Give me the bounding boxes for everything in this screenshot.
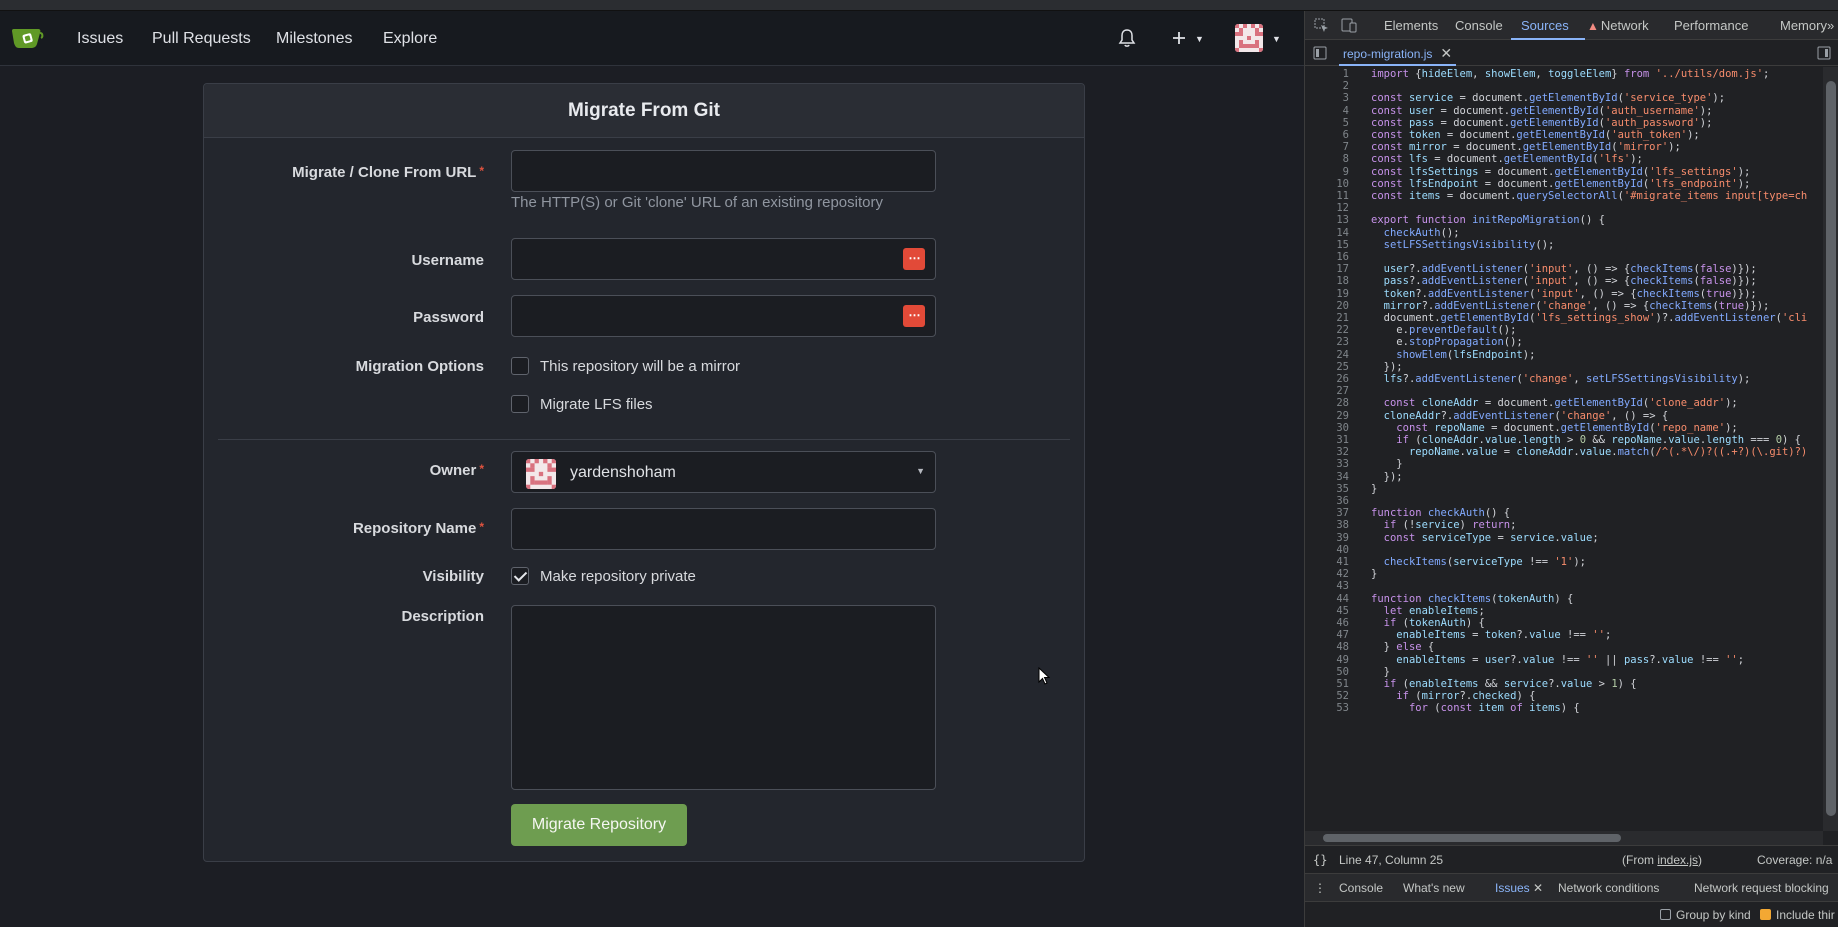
- browser-top-strip: [0, 0, 1838, 11]
- include-third-checkbox[interactable]: [1760, 909, 1771, 920]
- toggle-debugger-icon[interactable]: [1817, 46, 1831, 60]
- migrate-form-panel: Migrate From Git Migrate / Clone From UR…: [203, 83, 1085, 862]
- source-file-tabs: repo-migration.js ✕: [1305, 40, 1838, 66]
- description-textarea[interactable]: [511, 605, 936, 790]
- repo-name-input[interactable]: [511, 508, 936, 550]
- clone-url-label: Migrate / Clone From URL *: [292, 164, 484, 181]
- code-editor[interactable]: 1 import {hideElem, showElem, toggleElem}…: [1305, 67, 1823, 831]
- more-tabs-icon[interactable]: »: [1827, 18, 1834, 33]
- lfs-checkbox[interactable]: [511, 395, 529, 413]
- warning-icon: ▲: [1587, 19, 1599, 33]
- gitea-logo-icon[interactable]: [10, 25, 44, 51]
- user-avatar[interactable]: [1235, 24, 1263, 52]
- chevron-down-icon[interactable]: ▼: [1195, 34, 1204, 44]
- chevron-down-icon[interactable]: ▼: [1272, 34, 1281, 44]
- mirror-checkbox[interactable]: [511, 357, 529, 375]
- required-mark: *: [479, 520, 484, 534]
- include-third-option[interactable]: Include thir: [1760, 908, 1835, 922]
- coverage-status: Coverage: n/a: [1757, 853, 1833, 867]
- visibility-label: Visibility: [422, 568, 484, 585]
- inspect-element-icon[interactable]: [1314, 18, 1329, 33]
- gitea-app: Issues Pull Requests Milestones Explore …: [0, 11, 1304, 927]
- owner-selected-value: yardenshoham: [570, 464, 676, 481]
- username-input[interactable]: ⋯: [511, 238, 936, 280]
- migrate-repository-button[interactable]: Migrate Repository: [511, 804, 687, 846]
- group-by-kind-checkbox[interactable]: [1660, 909, 1671, 920]
- migration-options-label: Migration Options: [355, 358, 484, 375]
- issues-options: Group by kind Include thir: [1305, 901, 1838, 927]
- source-origin: (From index.js): [1622, 853, 1703, 867]
- password-manager-icon[interactable]: ⋯: [903, 248, 925, 270]
- devtools-panel: Elements Console Sources ▲ Network Perfor…: [1304, 11, 1838, 927]
- devtools-tab-memory[interactable]: Memory: [1780, 18, 1827, 33]
- drawer-menu-icon[interactable]: ⋮: [1314, 881, 1326, 895]
- code-horizontal-scrollbar[interactable]: [1305, 831, 1823, 845]
- drawer-tab-issues[interactable]: Issues: [1495, 881, 1530, 895]
- repo-name-label: Repository Name *: [352, 520, 484, 537]
- bell-icon[interactable]: [1118, 28, 1136, 48]
- devtools-tab-console[interactable]: Console: [1455, 18, 1503, 33]
- code-line[interactable]: 53 for (const item of items) {: [1305, 701, 1823, 715]
- description-label: Description: [401, 608, 484, 625]
- lfs-checkbox-label[interactable]: Migrate LFS files: [540, 396, 653, 413]
- password-label: Password: [413, 309, 484, 326]
- drawer-tab-network-request-blocking[interactable]: Network request blocking: [1694, 881, 1829, 895]
- device-toolbar-icon[interactable]: [1341, 18, 1357, 33]
- close-icon[interactable]: ✕: [1440, 45, 1452, 61]
- toggle-navigator-icon[interactable]: [1313, 46, 1327, 60]
- devtools-tab-elements[interactable]: Elements: [1384, 18, 1438, 33]
- plus-icon[interactable]: [1171, 30, 1187, 46]
- code-vertical-scrollbar[interactable]: [1823, 67, 1838, 831]
- pretty-print-icon[interactable]: {}: [1313, 853, 1327, 867]
- devtools-tab-sources[interactable]: Sources: [1521, 18, 1569, 33]
- line-number[interactable]: 53: [1305, 701, 1349, 715]
- top-navbar: Issues Pull Requests Milestones Explore …: [0, 11, 1304, 66]
- devtools-tab-performance[interactable]: Performance: [1674, 18, 1748, 33]
- source-origin-link[interactable]: index.js: [1657, 853, 1698, 867]
- owner-label: Owner *: [429, 462, 484, 479]
- chevron-down-icon: ▼: [916, 466, 925, 476]
- clone-url-input[interactable]: [511, 150, 936, 192]
- sources-status-bar: {} Line 47, Column 25 (From index.js) Co…: [1305, 845, 1838, 873]
- devtools-tab-network[interactable]: ▲ Network: [1587, 18, 1649, 33]
- nav-pull-requests[interactable]: Pull Requests: [152, 30, 251, 48]
- devtools-main-tabs: Elements Console Sources ▲ Network Perfor…: [1305, 11, 1838, 40]
- password-input[interactable]: ⋯: [511, 295, 936, 337]
- file-tab-repo-migration[interactable]: repo-migration.js ✕: [1339, 40, 1457, 66]
- drawer-tabs: ⋮ Console What's new Issues ✕ Network co…: [1305, 873, 1838, 901]
- clone-url-help: The HTTP(S) or Git 'clone' URL of an exi…: [511, 194, 883, 211]
- username-label: Username: [411, 252, 484, 269]
- cursor-position: Line 47, Column 25: [1339, 853, 1444, 867]
- group-by-kind-option[interactable]: Group by kind: [1660, 908, 1751, 922]
- nav-issues[interactable]: Issues: [77, 30, 123, 48]
- form-divider: [218, 439, 1070, 440]
- mirror-checkbox-label[interactable]: This repository will be a mirror: [540, 358, 740, 375]
- drawer-tab-network-conditions[interactable]: Network conditions: [1558, 881, 1659, 895]
- page-title: Migrate From Git: [204, 84, 1084, 138]
- nav-explore[interactable]: Explore: [383, 30, 437, 48]
- owner-avatar: [526, 459, 556, 489]
- mouse-cursor-icon: [1038, 667, 1050, 685]
- private-checkbox-label[interactable]: Make repository private: [540, 568, 696, 585]
- drawer-tab-console[interactable]: Console: [1339, 881, 1383, 895]
- password-manager-icon[interactable]: ⋯: [903, 305, 925, 327]
- required-mark: *: [479, 164, 484, 178]
- drawer-tab-whats-new[interactable]: What's new: [1403, 881, 1465, 895]
- owner-dropdown[interactable]: yardenshoham ▼: [511, 451, 936, 493]
- nav-milestones[interactable]: Milestones: [276, 30, 352, 48]
- private-checkbox[interactable]: [511, 567, 529, 585]
- close-icon[interactable]: ✕: [1533, 881, 1543, 895]
- required-mark: *: [479, 462, 484, 476]
